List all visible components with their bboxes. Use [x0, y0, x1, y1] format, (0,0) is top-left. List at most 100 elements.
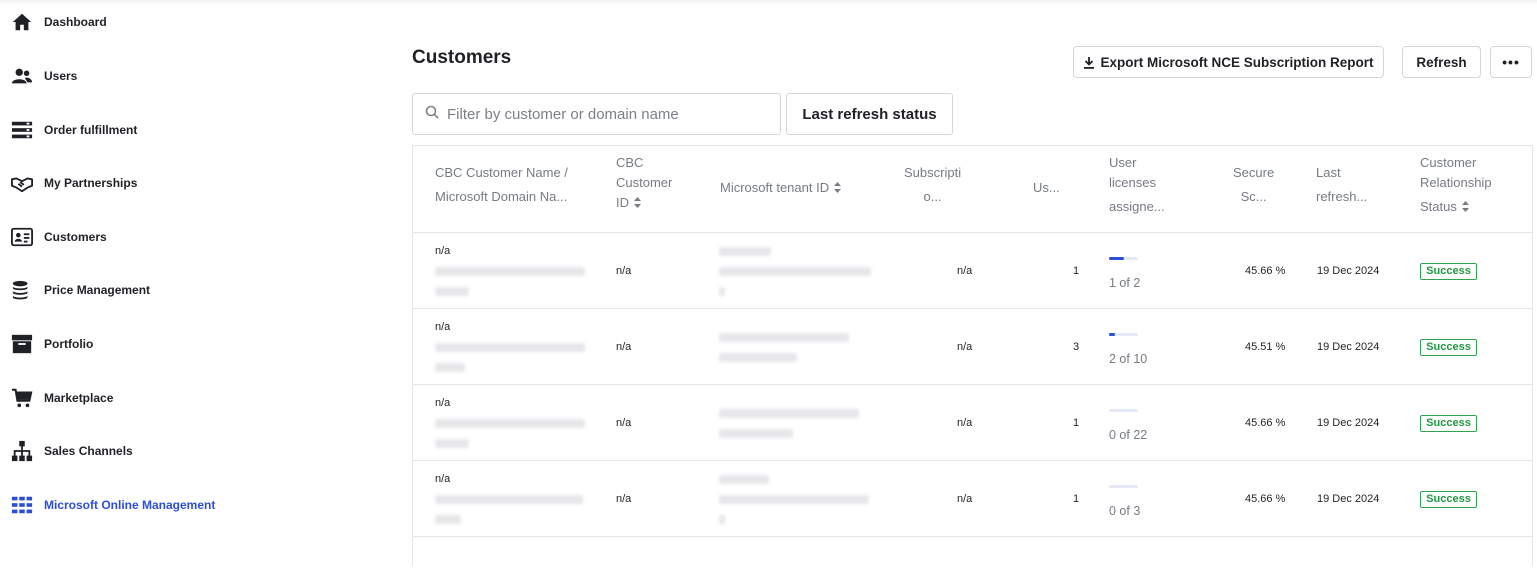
table-row[interactable]: [413, 536, 1532, 577]
users-count: 1: [1073, 417, 1080, 429]
search-icon: [425, 105, 439, 124]
header-line: Us...: [1033, 180, 1060, 195]
redacted-domain: [435, 267, 585, 276]
subscriptions-value: n/a: [957, 417, 973, 429]
redacted-domain: [435, 515, 461, 524]
users-count: 1: [1073, 265, 1080, 277]
table-row[interactable]: n/a n/a n/a 1 0 of 22 45.66 % 19 Dec 202…: [413, 384, 1532, 461]
header-secure-score[interactable]: Secure Sc...: [1233, 163, 1274, 207]
header-line: o...: [923, 189, 942, 204]
header-subscriptions[interactable]: Subscripti o...: [904, 163, 961, 207]
redacted-tenant-id: [719, 267, 871, 276]
export-nce-report-button[interactable]: Export Microsoft NCE Subscription Report: [1073, 46, 1384, 78]
secure-score: 45.66 %: [1245, 417, 1286, 429]
id-card-icon: [10, 225, 34, 249]
sidebar-item-order-fulfillment[interactable]: Order fulfillment: [10, 115, 137, 145]
header-line: assigne...: [1109, 199, 1165, 214]
redacted-tenant-id: [719, 515, 725, 524]
header-line: Last: [1316, 165, 1341, 180]
secure-score: 45.51 %: [1245, 341, 1286, 353]
sort-icon: [834, 179, 842, 199]
header-line: Subscripti: [904, 165, 962, 180]
header-line: CBC: [616, 155, 644, 170]
header-line: refresh...: [1316, 189, 1368, 204]
cart-icon: [10, 386, 34, 410]
licenses-progress-bar: [1109, 485, 1138, 488]
handshake-icon: [10, 171, 34, 195]
sidebar-item-label: Microsoft Online Management: [44, 498, 216, 512]
last-refresh-date: 19 Dec 2024: [1317, 493, 1380, 505]
licenses-progress-fill: [1109, 333, 1115, 336]
home-icon: [10, 10, 34, 34]
sidebar-item-microsoft-online-management[interactable]: Microsoft Online Management: [10, 490, 215, 520]
licenses-progress-bar: [1109, 409, 1138, 412]
sidebar-item-label: Sales Channels: [44, 444, 133, 458]
header-customer-name[interactable]: CBC Customer Name / Microsoft Domain Na.…: [435, 163, 568, 207]
header-line: CBC Customer Name /: [435, 165, 568, 180]
sidebar-item-my-partnerships[interactable]: My Partnerships: [10, 168, 137, 198]
search-box: [412, 93, 781, 135]
header-line: Status: [1420, 199, 1457, 214]
header-line: Relationship: [1420, 175, 1492, 190]
redacted-tenant-id: [719, 287, 725, 296]
last-refresh-status-button[interactable]: Last refresh status: [786, 93, 953, 135]
cbc-customer-id: n/a: [616, 493, 632, 505]
redacted-domain: [435, 495, 583, 504]
more-options-button[interactable]: •••: [1490, 46, 1532, 78]
header-cbc-customer-id[interactable]: CBC Customer ID: [616, 153, 672, 214]
table-row[interactable]: n/a n/a n/a 1 0 of 3 45.66 % 19 Dec 2024…: [413, 460, 1532, 537]
header-last-refresh[interactable]: Last refresh...: [1316, 163, 1367, 207]
sidebar-item-label: Marketplace: [44, 391, 114, 405]
redacted-domain: [435, 287, 469, 296]
sidebar-item-label: Dashboard: [44, 15, 107, 29]
sidebar-item-customers[interactable]: Customers: [10, 222, 107, 252]
status-badge: Success: [1420, 415, 1477, 432]
header-line: Customer: [1420, 155, 1477, 170]
refresh-button[interactable]: Refresh: [1402, 46, 1481, 78]
search-input[interactable]: [445, 104, 769, 124]
header-line: Microsoft tenant ID: [720, 180, 830, 195]
sidebar-item-users[interactable]: Users: [10, 61, 77, 91]
last-refresh-date: 19 Dec 2024: [1317, 417, 1380, 429]
licenses-assigned: 2 of 10: [1109, 352, 1148, 366]
archive-box-icon: [10, 332, 34, 356]
redacted-domain: [435, 439, 469, 448]
page-title: Customers: [412, 47, 512, 68]
licenses-assigned: 0 of 22: [1109, 428, 1148, 442]
sidebar-item-dashboard[interactable]: Dashboard: [10, 7, 107, 37]
licenses-assigned: 1 of 2: [1109, 276, 1141, 290]
header-line: User: [1109, 155, 1137, 170]
licenses-assigned: 0 of 3: [1109, 504, 1141, 518]
status-badge: Success: [1420, 491, 1477, 508]
coins-icon: [10, 278, 34, 302]
redacted-tenant-id: [719, 429, 793, 438]
sidebar-item-price-management[interactable]: Price Management: [10, 275, 150, 305]
users-icon: [10, 64, 34, 88]
server-icon: [10, 118, 34, 142]
licenses-progress-bar: [1109, 333, 1138, 336]
download-icon: [1083, 56, 1095, 69]
table-row[interactable]: n/a n/a n/a 3 2 of 10 45.51 % 19 Dec 202…: [413, 308, 1532, 385]
export-button-label: Export Microsoft NCE Subscription Report: [1100, 54, 1374, 70]
sidebar-item-portfolio[interactable]: Portfolio: [10, 329, 93, 359]
customer-name: n/a: [435, 245, 451, 257]
cbc-customer-id: n/a: [616, 417, 632, 429]
cbc-customer-id: n/a: [616, 265, 632, 277]
redacted-tenant-id: [719, 333, 849, 342]
redacted-domain: [435, 343, 585, 352]
sidebar-item-label: Order fulfillment: [44, 123, 138, 137]
header-line: ID: [616, 195, 629, 210]
sidebar-nav: Dashboard Users Order fulfillment My Par…: [0, 0, 300, 544]
header-user-licenses[interactable]: User licenses assigne...: [1109, 153, 1165, 217]
table-row[interactable]: n/a n/a n/a 1 1 of 2 45.66 % 19 Dec 2024…: [413, 232, 1532, 309]
secure-score: 45.66 %: [1245, 493, 1286, 505]
sidebar-item-sales-channels[interactable]: Sales Channels: [10, 436, 133, 466]
header-users[interactable]: Us...: [1033, 178, 1060, 198]
redacted-tenant-id: [719, 475, 769, 484]
header-customer-relationship-status[interactable]: Customer Relationship Status: [1420, 153, 1492, 218]
subscriptions-value: n/a: [957, 265, 973, 277]
sitemap-icon: [10, 439, 34, 463]
sidebar-item-marketplace[interactable]: Marketplace: [10, 383, 113, 413]
redacted-tenant-id: [719, 495, 869, 504]
header-microsoft-tenant-id[interactable]: Microsoft tenant ID: [720, 178, 842, 199]
